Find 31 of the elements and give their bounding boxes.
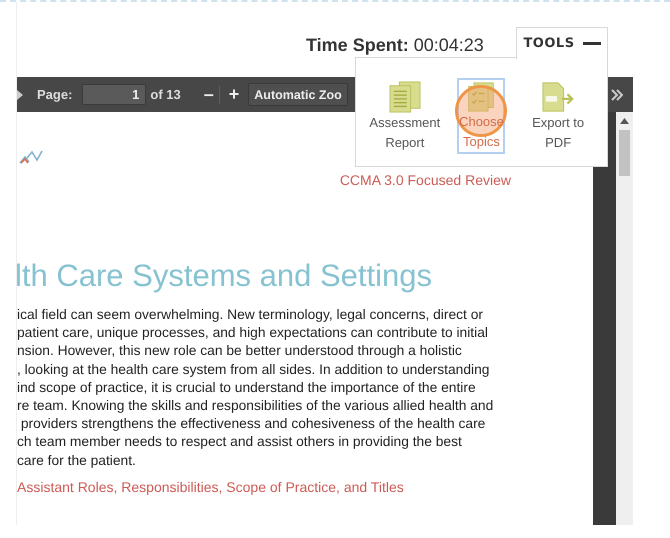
page-number-field[interactable]: 1 — [82, 84, 146, 105]
page-label: Page: — [37, 87, 72, 102]
body-text-line: , looking at the health care system from all sides. In addition to understanding — [17, 360, 490, 379]
body-text-line: ch team member needs to respect and assist others in providing the best — [17, 433, 463, 452]
body-text-line: ind scope of practice, it is crucial to understand the importance of the entire — [17, 378, 477, 397]
body-text-line: ical field can seem overwhelming. New terminology, legal concerns, direct or — [17, 306, 484, 324]
running-header: CCMA 3.0 Focused Review — [340, 172, 511, 188]
logo-icon — [19, 150, 43, 164]
zoom-in-button[interactable]: + — [224, 84, 244, 105]
scroll-up-icon[interactable] — [620, 118, 629, 124]
scrollbar[interactable] — [616, 112, 633, 525]
body-text-line: patient care, unique processes, and high expectations can contribute to initial — [17, 324, 489, 342]
time-spent-label: Time Spent: — [306, 35, 409, 56]
section-heading: Assistant Roles, Responsibilities, Scope of Practice, and Titles — [17, 478, 405, 495]
page-count: of 13 — [150, 87, 181, 102]
zoom-out-button[interactable]: – — [198, 84, 219, 105]
tool-option[interactable]: Export to PDF — [525, 78, 592, 154]
tools-tab[interactable]: TOOLS — [516, 27, 608, 59]
body-text-line: care for the patient. — [17, 452, 137, 470]
time-spent-value: 00:04:23 — [414, 35, 484, 56]
zoom-select[interactable]: Automatic Zoo — [248, 83, 348, 106]
tool-option[interactable]: Assessment Report — [372, 78, 438, 154]
body-text-line: providers strengthens the effectiveness and cohesiveness of the health care — [20, 415, 486, 434]
body-text-line: re team. Knowing the skills and responsibilities of the various allied health and — [17, 397, 494, 416]
scrollbar-thumb[interactable] — [619, 130, 630, 176]
chevron-icon[interactable] — [611, 88, 623, 100]
collapse-icon[interactable] — [582, 42, 601, 45]
body-text-line: nsion. However, this new role can be better understood through a holistic — [17, 342, 463, 360]
chapter-title: lth Care Systems and Settings — [17, 258, 433, 294]
sidebar-toggle-icon[interactable] — [17, 88, 23, 100]
documents-icon — [386, 81, 423, 113]
